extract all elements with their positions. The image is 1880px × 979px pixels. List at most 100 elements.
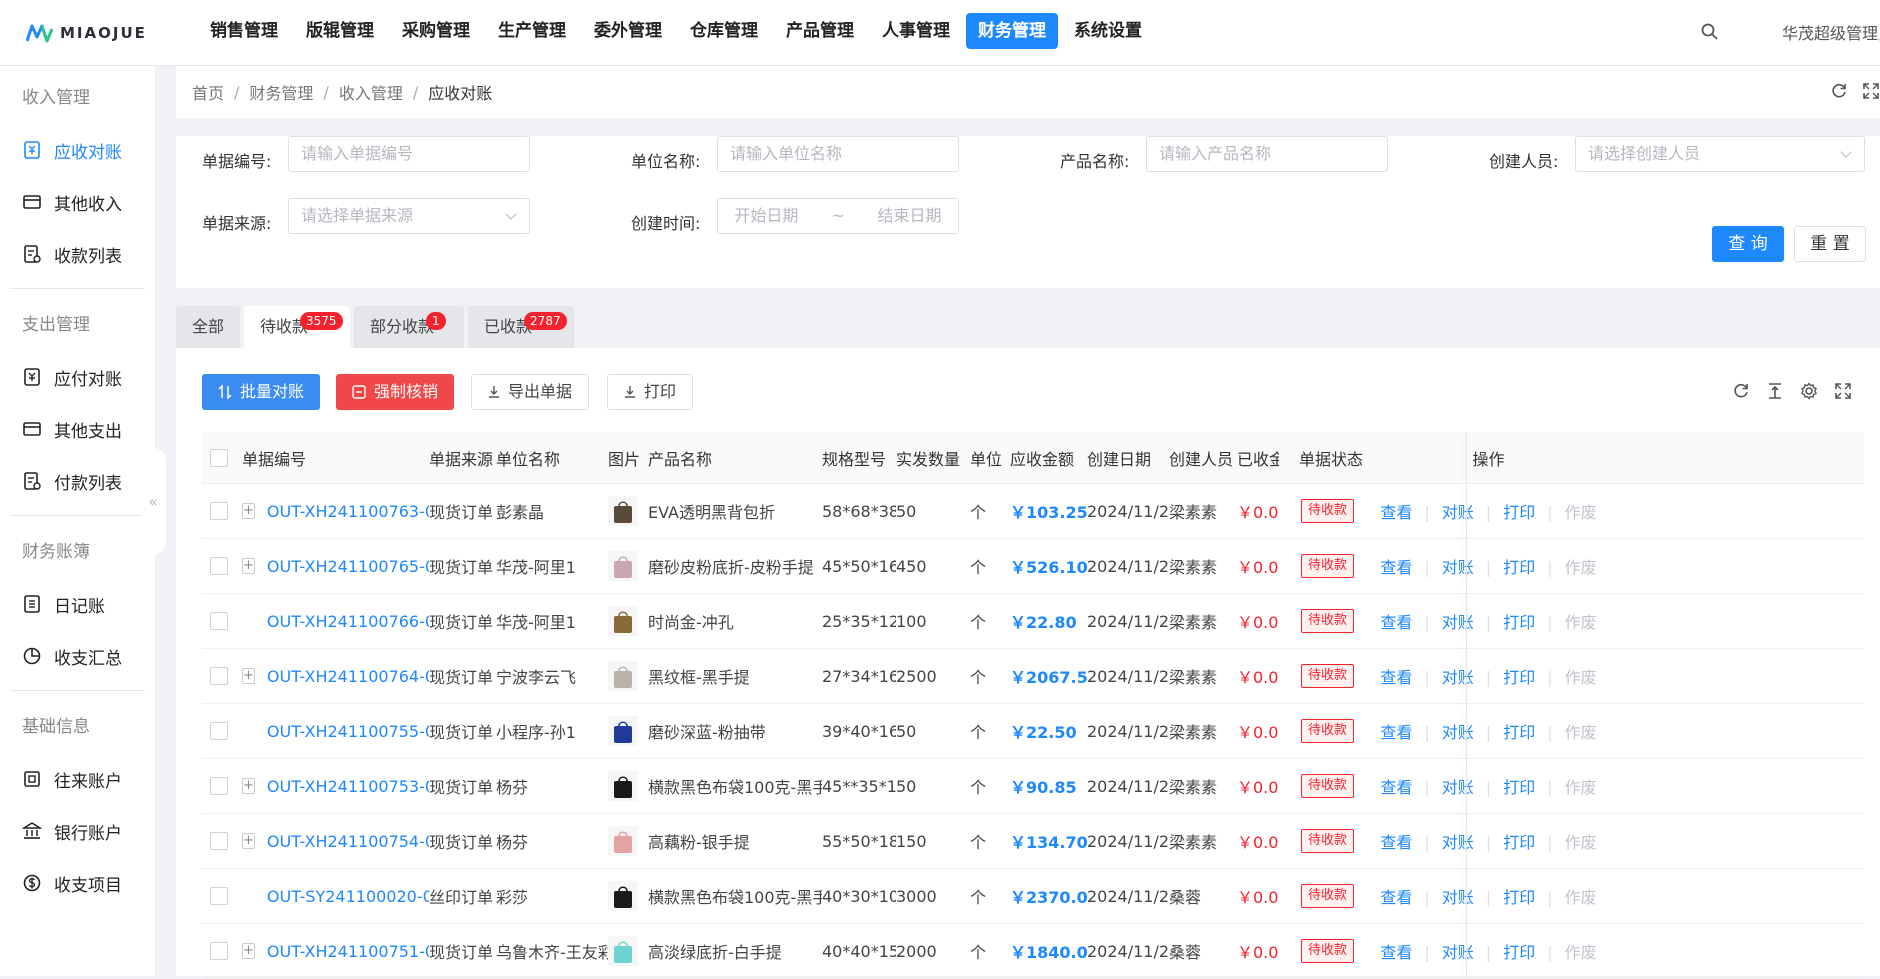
sidebar-item[interactable]: 应收对账 [0, 124, 155, 176]
product-thumbnail[interactable] [608, 661, 638, 691]
gear-icon[interactable] [1800, 382, 1818, 400]
sidebar-item[interactable]: 其他支出 [0, 403, 155, 455]
doc-no-link[interactable]: OUT-XH241100766-001 [267, 612, 429, 631]
reconcile-link[interactable]: 对账 [1442, 558, 1474, 577]
row-checkbox[interactable] [210, 777, 228, 795]
table-row[interactable]: + OUT-XH241100751-001现货订单乌鲁木齐-王友彩 高淡绿底折-白手… [202, 924, 1864, 979]
product-thumbnail[interactable] [608, 771, 638, 801]
nav-item[interactable]: 生产管理 [486, 13, 578, 49]
refresh-icon[interactable] [1732, 382, 1750, 400]
unit-name-input[interactable]: 请输入单位名称 [717, 136, 959, 172]
creator-select[interactable]: 请选择创建人员 [1575, 136, 1865, 172]
product-thumbnail[interactable] [608, 551, 638, 581]
breadcrumb-income[interactable]: 收入管理 [339, 80, 403, 104]
reconcile-link[interactable]: 对账 [1442, 833, 1474, 852]
table-row[interactable]: + OUT-XH241100765-001现货订单华茂-阿里1 磨砂皮粉底折-皮粉手… [202, 539, 1864, 594]
reset-button[interactable]: 重 置 [1794, 226, 1866, 262]
user-name[interactable]: 华茂超级管理员 [1782, 20, 1880, 44]
table-row[interactable]: + OUT-XH241100764-001现货订单宁波李云飞 黑纹框-黑手提 27*3… [202, 649, 1864, 704]
view-link[interactable]: 查看 [1380, 503, 1412, 522]
print-link[interactable]: 打印 [1503, 723, 1535, 742]
view-link[interactable]: 查看 [1380, 613, 1412, 632]
nav-item[interactable]: 销售管理 [198, 13, 290, 49]
date-range-input[interactable]: 开始日期 ~ 结束日期 [717, 198, 959, 234]
reconcile-link[interactable]: 对账 [1442, 888, 1474, 907]
reconcile-link[interactable]: 对账 [1442, 613, 1474, 632]
force-writeoff-button[interactable]: 强制核销 [336, 374, 455, 410]
nav-item[interactable]: 人事管理 [870, 13, 962, 49]
sidebar-item[interactable]: 日记账 [0, 578, 155, 630]
view-link[interactable]: 查看 [1380, 778, 1412, 797]
expand-row-button[interactable]: + [242, 503, 255, 519]
doc-no-link[interactable]: OUT-XH241100765-001 [267, 557, 429, 576]
reconcile-link[interactable]: 对账 [1442, 723, 1474, 742]
table-row[interactable]: +OUT-XH241100755-001现货订单小程序-孙1 磨砂深蓝-粉抽带 39… [202, 704, 1864, 759]
reconcile-link[interactable]: 对账 [1442, 668, 1474, 687]
fullscreen-icon[interactable] [1862, 82, 1880, 100]
print-button[interactable]: 打印 [607, 374, 694, 410]
doc-no-link[interactable]: OUT-XH241100751-001 [267, 942, 429, 961]
table-row[interactable]: +OUT-XH241100766-001现货订单华茂-阿里1 时尚金-冲孔 25*3… [202, 594, 1864, 649]
nav-item[interactable]: 委外管理 [582, 13, 674, 49]
sidebar-item[interactable]: 收支项目 [0, 857, 155, 909]
doc-no-link[interactable]: OUT-XH241100755-001 [267, 722, 429, 741]
doc-no-link[interactable]: OUT-XH241100764-001 [267, 667, 429, 686]
breadcrumb-finance[interactable]: 财务管理 [249, 80, 313, 104]
product-thumbnail[interactable] [608, 881, 638, 911]
select-all-checkbox[interactable] [210, 448, 228, 467]
view-link[interactable]: 查看 [1380, 668, 1412, 687]
sidebar-item[interactable]: 付款列表 [0, 455, 155, 507]
view-link[interactable]: 查看 [1380, 558, 1412, 577]
fullscreen-icon[interactable] [1834, 382, 1852, 400]
sidebar-item[interactable]: 其他收入 [0, 176, 155, 228]
row-checkbox[interactable] [210, 942, 228, 960]
source-select[interactable]: 请选择单据来源 [288, 198, 530, 234]
product-thumbnail[interactable] [608, 496, 638, 526]
row-checkbox[interactable] [210, 887, 228, 905]
nav-item[interactable]: 仓库管理 [678, 13, 770, 49]
view-link[interactable]: 查看 [1380, 888, 1412, 907]
start-date[interactable]: 开始日期 [734, 199, 798, 233]
product-thumbnail[interactable] [608, 826, 638, 856]
row-checkbox[interactable] [210, 502, 228, 520]
row-checkbox[interactable] [210, 832, 228, 850]
table-row[interactable]: + OUT-XH241100763-001现货订单彭素晶 EVA透明黑背包折 58*6… [202, 484, 1864, 539]
view-link[interactable]: 查看 [1380, 943, 1412, 962]
table-row[interactable]: +OUT-SY241100020-001丝印订单彩莎 横款黑色布袋100克-黑手提… [202, 869, 1864, 924]
print-link[interactable]: 打印 [1503, 503, 1535, 522]
batch-reconcile-button[interactable]: 批量对账 [202, 374, 321, 410]
reconcile-link[interactable]: 对账 [1442, 503, 1474, 522]
product-name-input[interactable]: 请输入产品名称 [1146, 136, 1388, 172]
product-thumbnail[interactable] [608, 936, 638, 966]
row-checkbox[interactable] [210, 667, 228, 685]
breadcrumb-home[interactable]: 首页 [192, 80, 224, 104]
sidebar-item[interactable]: 往来账户 [0, 753, 155, 805]
view-link[interactable]: 查看 [1380, 833, 1412, 852]
print-link[interactable]: 打印 [1503, 558, 1535, 577]
print-link[interactable]: 打印 [1503, 888, 1535, 907]
print-link[interactable]: 打印 [1503, 943, 1535, 962]
expand-row-button[interactable]: + [242, 558, 255, 574]
expand-row-button[interactable]: + [242, 668, 255, 684]
table-row[interactable]: + OUT-XH241100753-001现货订单杨芬 横款黑色布袋100克-黑手提… [202, 759, 1864, 814]
status-tab[interactable]: 待收款 3575 [244, 306, 351, 348]
doc-no-input[interactable]: 请输入单据编号 [288, 136, 530, 172]
reconcile-link[interactable]: 对账 [1442, 943, 1474, 962]
status-tab[interactable]: 全部 [176, 306, 241, 348]
sidebar-item[interactable]: 银行账户 [0, 805, 155, 857]
status-tab[interactable]: 部分收款 1 [354, 306, 465, 348]
nav-item[interactable]: 产品管理 [774, 13, 866, 49]
doc-no-link[interactable]: OUT-SY241100020-001 [267, 887, 429, 906]
sidebar-item[interactable]: 收款列表 [0, 228, 155, 280]
table-row[interactable]: + OUT-XH241100754-001现货订单杨芬 高藕粉-银手提 55*50*1… [202, 814, 1864, 869]
product-thumbnail[interactable] [608, 716, 638, 746]
expand-row-button[interactable]: + [242, 778, 255, 794]
sidebar-item[interactable]: 收支汇总 [0, 630, 155, 682]
print-link[interactable]: 打印 [1503, 613, 1535, 632]
doc-no-link[interactable]: OUT-XH241100754-001 [267, 832, 429, 851]
logo[interactable]: MIAOJUE [26, 20, 147, 46]
sidebar-collapse-button[interactable]: « [140, 448, 166, 554]
expand-row-button[interactable]: + [242, 833, 255, 849]
status-tab[interactable]: 已收款 2787 [468, 306, 575, 348]
sidebar-item[interactable]: 应付对账 [0, 351, 155, 403]
